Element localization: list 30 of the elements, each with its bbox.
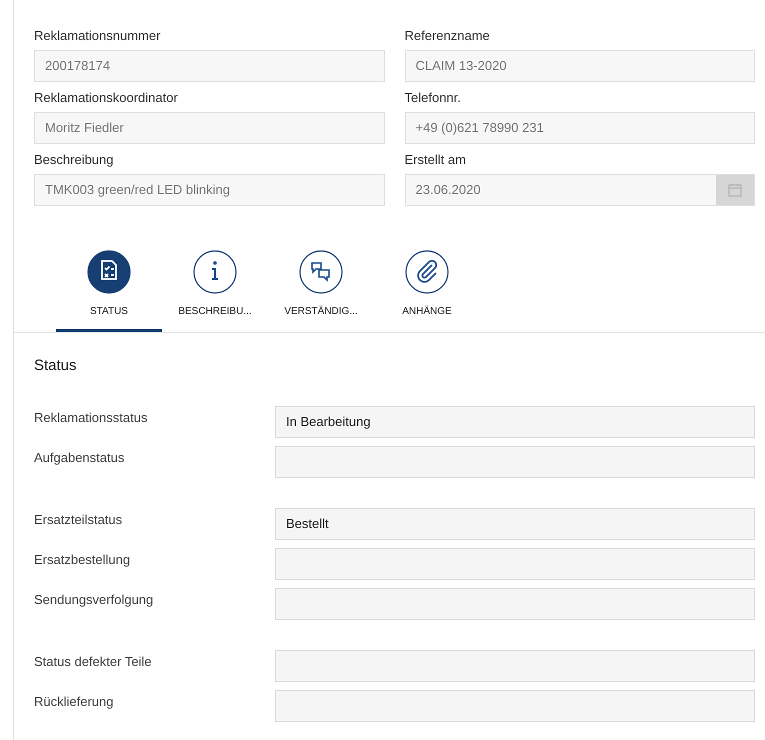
field-label: Aufgabenstatus	[34, 448, 126, 467]
checklist-icon	[87, 250, 131, 294]
info-icon	[193, 250, 237, 294]
field-label: Beschreibung	[34, 152, 114, 168]
field-label: Status defekter Teile	[34, 652, 153, 670]
field-label: Reklamationsstatus	[34, 408, 148, 426]
input-field[interactable]	[275, 650, 755, 682]
field-label: Telefonnr.	[404, 90, 462, 106]
field-label: Ersatzteilstatus	[34, 510, 124, 528]
tab[interactable]: STATUS	[56, 250, 162, 332]
chat-icon	[299, 250, 343, 294]
field-label: Reklamationskoordinator	[34, 90, 179, 106]
paperclip-icon	[405, 250, 449, 294]
field-label: Ersatzbestellung	[34, 550, 132, 569]
input-field[interactable]	[275, 588, 755, 620]
section-title: Status	[34, 356, 78, 376]
field-label: Rücklieferung	[34, 692, 114, 711]
tab[interactable]: BESCHREIBU...	[162, 250, 268, 332]
input-field[interactable]: In Bearbeitung	[275, 406, 755, 438]
input-field[interactable]: Bestellt	[275, 508, 755, 540]
tab[interactable]: VERSTÄNDIG...	[268, 250, 374, 332]
input-field[interactable]	[275, 446, 755, 478]
input-field[interactable]	[275, 690, 755, 722]
calendar-icon	[728, 183, 742, 197]
field-label: Erstellt am	[404, 152, 467, 168]
field-label: Sendungsverfolgung	[34, 590, 154, 609]
field-label: Referenzname	[404, 28, 491, 44]
tab[interactable]: ANHÄNGE	[374, 250, 480, 332]
field-label: Reklamationsnummer	[34, 28, 162, 44]
input-field[interactable]	[275, 548, 755, 580]
